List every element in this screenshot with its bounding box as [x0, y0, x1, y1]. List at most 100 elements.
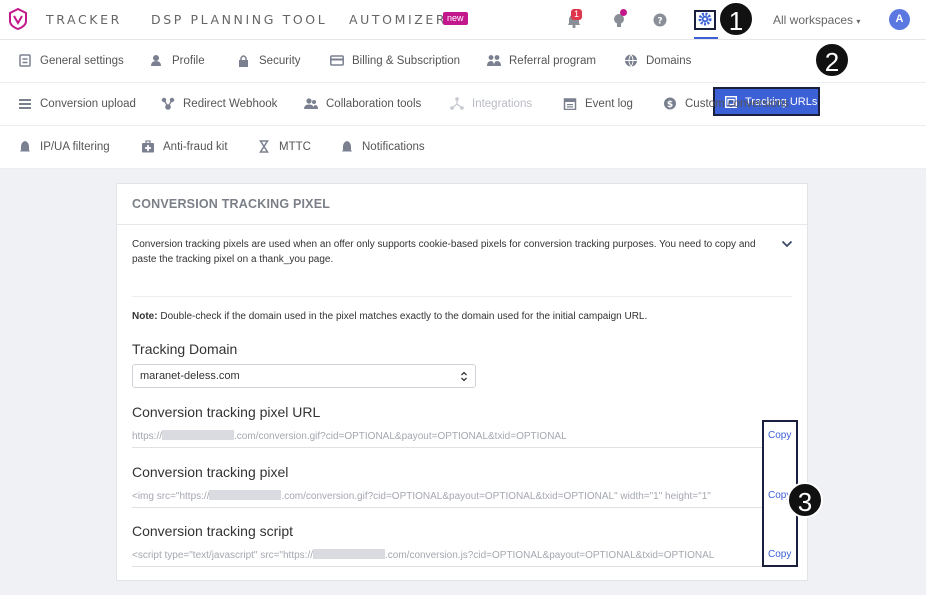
tab-conversion-upload[interactable]: Conversion upload [18, 97, 136, 110]
script-field[interactable]: <script type="text/javascript" src="http… [132, 549, 762, 567]
brand-logo-icon[interactable] [8, 8, 28, 30]
code-prefix: <script type="text/javascript" src="http… [132, 550, 313, 561]
tab-label: Event log [585, 97, 633, 110]
tab-label: IP/UA filtering [40, 140, 110, 153]
tab-label: Redirect Webhook [183, 97, 278, 110]
tab-custom-conversions[interactable]: $ Custom conversions [663, 97, 789, 110]
code-suffix: .com/conversion.js?cid=OPTIONAL&payout=O… [385, 550, 715, 561]
help-icon[interactable]: ? [651, 11, 669, 29]
tab-label: Security [259, 54, 301, 67]
tab-security[interactable]: Security [237, 54, 301, 67]
workspace-selector[interactable]: All workspaces ▾ [773, 13, 860, 27]
selected-domain: maranet-deless.com [140, 370, 240, 382]
tab-label: Referral program [509, 54, 596, 67]
tab-row-3: IP/UA filtering Anti-fraud kit MTTC Noti… [0, 126, 926, 169]
domain-note: Note: Double-check if the domain used in… [132, 311, 647, 322]
settings-active-underline [694, 37, 718, 39]
tab-label: General settings [40, 54, 124, 67]
divider [132, 296, 792, 297]
credit-card-icon [330, 55, 344, 66]
new-badge: new [443, 12, 468, 25]
upload-list-icon [19, 99, 31, 109]
step-marker-2: 2 [814, 42, 850, 78]
tab-row-1: General settings Profile Security Billin… [0, 40, 926, 83]
redacted-domain [313, 549, 385, 559]
gear-icon[interactable] [698, 12, 712, 26]
tab-label: Custom conversions [685, 97, 790, 110]
tab-label: Conversion upload [40, 97, 136, 110]
code-prefix: https:// [132, 431, 163, 442]
avatar[interactable]: A [889, 9, 910, 30]
tab-general-settings[interactable]: General settings [18, 54, 124, 67]
code-suffix: .com/conversion.gif?cid=OPTIONAL&payout=… [234, 431, 567, 442]
tab-label: MTTC [279, 140, 311, 153]
tab-row-2: Conversion upload Redirect Webhook Colla… [0, 83, 926, 126]
tab-label: Billing & Subscription [352, 54, 461, 67]
pixel-field[interactable]: <img src="https:// .com/conversion.gif?ci… [132, 490, 762, 508]
tab-label: Integrations [472, 97, 533, 110]
notification-bell-icon [342, 141, 352, 152]
svg-text:?: ? [657, 17, 662, 27]
tab-notifications[interactable]: Notifications [340, 140, 425, 153]
user-icon [151, 55, 161, 66]
tab-referral-program[interactable]: Referral program [487, 54, 596, 67]
chevron-down-icon[interactable] [781, 240, 793, 248]
note-text: Double-check if the domain used in the p… [157, 311, 648, 322]
script-label: Conversion tracking script [132, 523, 294, 539]
tab-anti-fraud-kit[interactable]: Anti-fraud kit [141, 140, 228, 153]
code-suffix: .com/conversion.gif?cid=OPTIONAL&payout=… [281, 491, 711, 502]
first-aid-kit-icon [142, 140, 154, 153]
tab-redirect-webhook[interactable]: Redirect Webhook [161, 97, 277, 110]
tracking-domain-label: Tracking Domain [132, 341, 238, 357]
tab-label: Collaboration tools [326, 97, 422, 110]
calendar-icon [563, 98, 577, 110]
nav-automizer[interactable]: AUTOMIZER [349, 12, 447, 27]
team-icon [304, 98, 318, 109]
filter-bell-icon [20, 141, 30, 152]
pixel-url-field[interactable]: https:// .com/conversion.gif?cid=OPTIONAL… [132, 430, 762, 448]
tab-billing-subscription[interactable]: Billing & Subscription [330, 54, 460, 67]
settings-tabs: General settings Profile Security Billin… [0, 40, 926, 169]
referral-users-icon [487, 55, 501, 66]
svg-text:$: $ [667, 100, 673, 110]
workspace-label: All workspaces [773, 13, 854, 27]
tab-label: Notifications [362, 140, 425, 153]
card-description: Conversion tracking pixels are used when… [132, 239, 756, 265]
tab-ip-ua-filtering[interactable]: IP/UA filtering [18, 140, 110, 153]
tab-label: Profile [172, 54, 205, 67]
redacted-domain [209, 490, 282, 500]
tab-label: Domains [646, 54, 692, 67]
sliders-icon [19, 54, 31, 67]
caret-down-icon: ▾ [856, 17, 861, 26]
tab-label: Anti-fraud kit [163, 140, 228, 153]
conversion-tracking-pixel-card: CONVERSION TRACKING PIXEL Conversion tra… [116, 183, 808, 581]
step-marker-1: 1 [718, 1, 754, 37]
tab-domains[interactable]: Domains [624, 54, 691, 67]
lock-icon [239, 55, 248, 67]
redacted-domain [162, 430, 235, 440]
top-bar: TRACKER DSP PLANNING TOOL AUTOMIZER new … [0, 0, 926, 40]
nav-tracker[interactable]: TRACKER [46, 12, 122, 27]
tab-profile[interactable]: Profile [150, 54, 205, 67]
dollar-icon: $ [664, 97, 676, 110]
nav-dsp-planning-tool[interactable]: DSP PLANNING TOOL [151, 12, 327, 27]
pixel-url-label: Conversion tracking pixel URL [132, 404, 321, 420]
tab-event-log[interactable]: Event log [563, 97, 633, 110]
divider [117, 224, 807, 225]
step-marker-3: 3 [787, 482, 823, 518]
select-arrows-icon [461, 371, 467, 382]
notifications-count-badge: 1 [571, 9, 583, 20]
pixel-label: Conversion tracking pixel [132, 464, 289, 480]
card-title: CONVERSION TRACKING PIXEL [132, 197, 331, 211]
hourglass-icon [259, 140, 269, 153]
integrations-icon [450, 97, 464, 110]
tab-collaboration-tools[interactable]: Collaboration tools [304, 97, 421, 110]
updates-dot-badge [620, 9, 627, 16]
webhook-icon [161, 97, 175, 110]
globe-icon [625, 54, 637, 67]
note-label: Note: [132, 311, 158, 322]
code-prefix: <img src="https:// [132, 491, 210, 502]
tab-mttc[interactable]: MTTC [257, 140, 311, 153]
tab-integrations[interactable]: Integrations [450, 97, 532, 110]
tracking-domain-select[interactable]: maranet-deless.com [132, 364, 476, 388]
